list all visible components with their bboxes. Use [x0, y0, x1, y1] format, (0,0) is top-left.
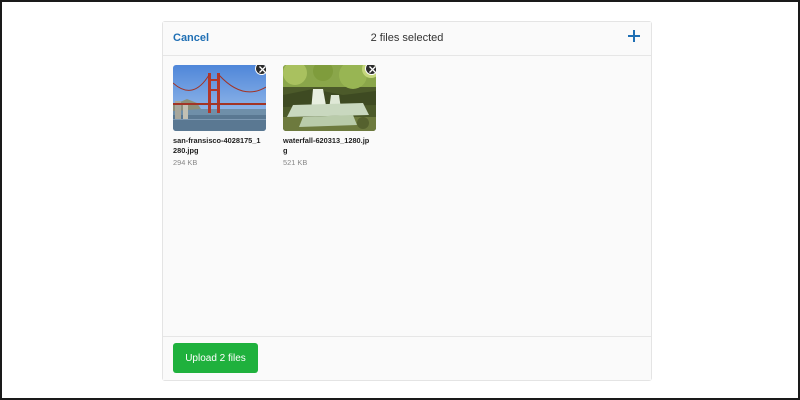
file-list: san-fransisco-4028175_1280.jpg 294 KB wa…: [163, 57, 651, 337]
dialog-header: Cancel 2 files selected: [163, 22, 651, 56]
file-name: san-fransisco-4028175_1280.jpg: [173, 136, 261, 155]
selection-title: 2 files selected: [370, 32, 444, 44]
golden-gate-bridge-image: [173, 65, 266, 131]
upload-dialog: Cancel 2 files selected san-fransisco-40…: [162, 21, 652, 381]
close-icon: [369, 66, 376, 73]
file-item: waterfall-620313_1280.jpg 521 KB: [283, 65, 378, 167]
file-item: san-fransisco-4028175_1280.jpg 294 KB: [173, 65, 268, 167]
file-size: 294 KB: [173, 158, 198, 167]
add-files-button[interactable]: [627, 29, 643, 45]
file-thumbnail: [173, 65, 266, 131]
remove-file-button[interactable]: [255, 65, 266, 75]
remove-file-button[interactable]: [365, 65, 376, 75]
plus-icon: [628, 30, 640, 42]
upload-button[interactable]: Upload 2 files: [173, 343, 258, 373]
file-size: 521 KB: [283, 158, 308, 167]
file-name: waterfall-620313_1280.jpg: [283, 136, 370, 155]
dialog-footer: Upload 2 files: [163, 336, 651, 380]
window-frame: Cancel 2 files selected san-fransisco-40…: [0, 0, 800, 400]
close-icon: [259, 66, 266, 73]
waterfall-image: [283, 65, 376, 131]
file-thumbnail: [283, 65, 376, 131]
